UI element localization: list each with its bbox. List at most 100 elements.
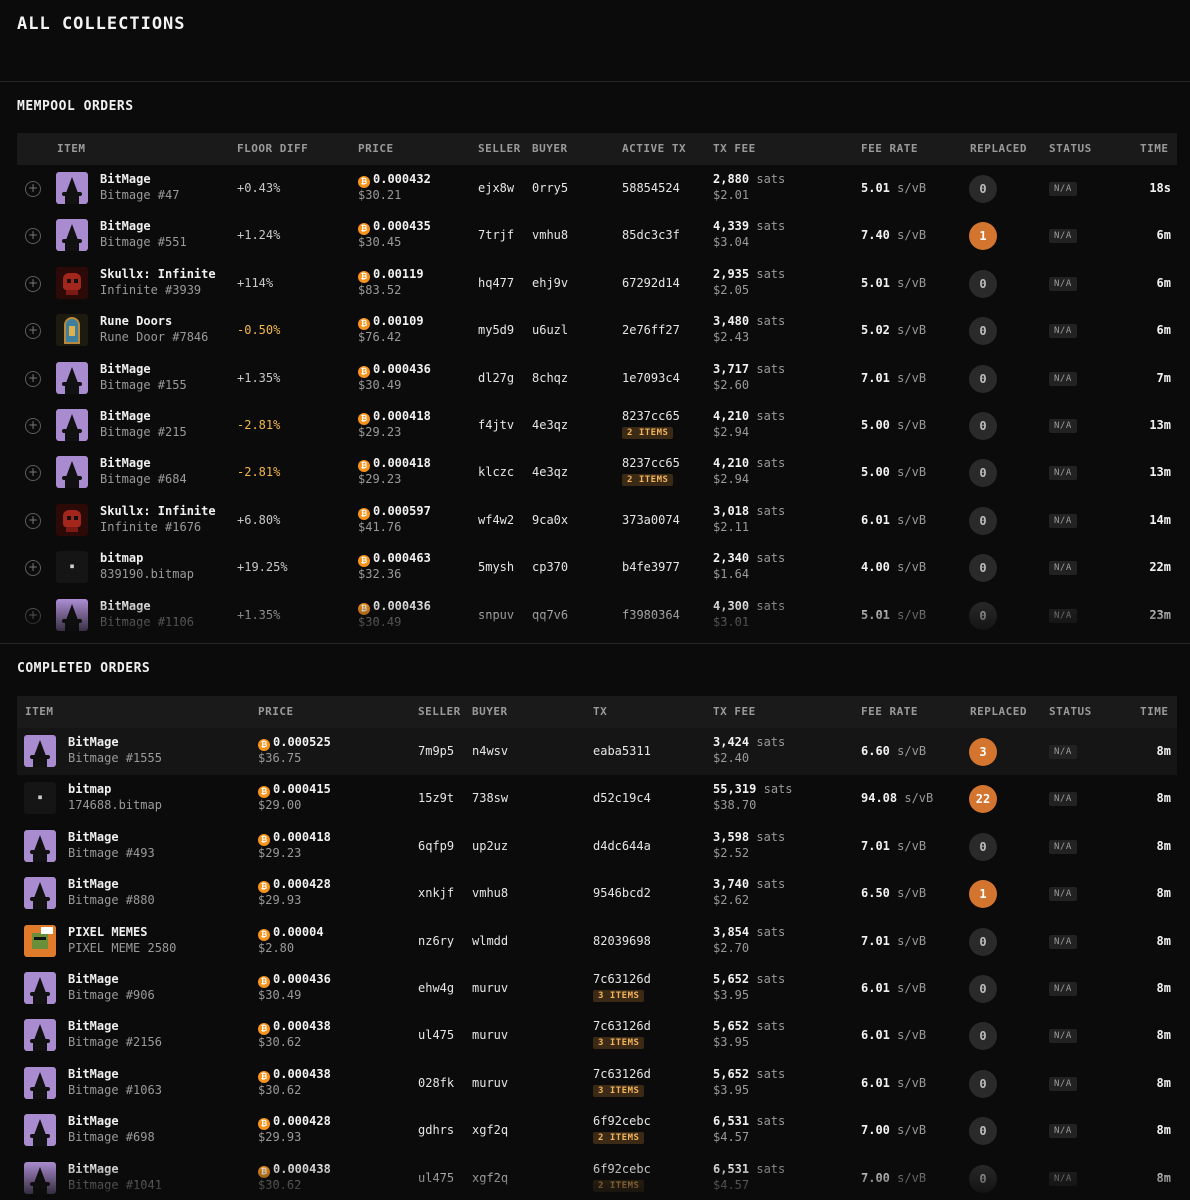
buyer[interactable]: cp370 xyxy=(532,560,568,574)
seller[interactable]: ul475 xyxy=(418,1028,454,1042)
seller[interactable]: ejx8w xyxy=(478,181,514,195)
tx-id[interactable]: 8237cc65 xyxy=(622,409,680,423)
item-name[interactable]: BitMage xyxy=(100,599,151,613)
item-name[interactable]: Skullx: Infinite xyxy=(100,504,216,518)
order-row[interactable]: BitMage Bitmage #2156 ₿ 0.000438 $30.62 ul475… xyxy=(17,1012,1177,1059)
tx-id[interactable]: d4dc644a xyxy=(593,839,651,853)
plus-circle-icon[interactable]: + xyxy=(25,323,41,340)
order-row[interactable]: + Skullx: Infinite Infinite #3939 +114% ₿ 0.0… xyxy=(17,260,1177,307)
col-price[interactable]: PRICE xyxy=(258,705,294,718)
order-row[interactable]: PIXEL MEMES PIXEL MEME 2580 ₿ 0.00004 $2.80 n… xyxy=(17,918,1177,965)
order-row[interactable]: + Skullx: Infinite Infinite #1676 +6.80% ₿ 0.… xyxy=(17,497,1177,544)
buyer[interactable]: wlmdd xyxy=(472,934,508,948)
order-row[interactable]: + ■ bitmap 839190.bitmap +19.25% ₿ 0.000463 $32… xyxy=(17,544,1177,591)
item-name[interactable]: BitMage xyxy=(100,362,151,376)
tx-id[interactable]: 373a0074 xyxy=(622,513,680,527)
buyer[interactable]: 738sw xyxy=(472,791,508,805)
item-name[interactable]: PIXEL MEMES xyxy=(68,925,147,939)
seller[interactable]: my5d9 xyxy=(478,323,514,337)
tx-id[interactable]: f3980364 xyxy=(622,608,680,622)
seller[interactable]: 15z9t xyxy=(418,791,454,805)
buyer[interactable]: 4e3qz xyxy=(532,418,568,432)
item-name[interactable]: Skullx: Infinite xyxy=(100,267,216,281)
tx-id[interactable]: 7c63126d xyxy=(593,1019,651,1033)
tx-id[interactable]: 82039698 xyxy=(593,934,651,948)
col-replaced[interactable]: REPLACED xyxy=(970,705,1027,718)
buyer[interactable]: muruv xyxy=(472,1076,508,1090)
order-row[interactable]: BitMage Bitmage #880 ₿ 0.000428 $29.93 xnkjf v… xyxy=(17,870,1177,917)
tx-id[interactable]: 8237cc65 xyxy=(622,456,680,470)
seller[interactable]: 7trjf xyxy=(478,228,514,242)
tx-id[interactable]: 67292d14 xyxy=(622,276,680,290)
col-buyer[interactable]: BUYER xyxy=(472,705,508,718)
seller[interactable]: 6qfp9 xyxy=(418,839,454,853)
order-row[interactable]: BitMage Bitmage #1063 ₿ 0.000438 $30.62 028fk… xyxy=(17,1060,1177,1107)
tx-id[interactable]: 2e76ff27 xyxy=(622,323,680,337)
order-row[interactable]: + BitMage Bitmage #684 -2.81% ₿ 0.000418 $29.2… xyxy=(17,449,1177,496)
plus-circle-icon[interactable]: + xyxy=(25,417,41,434)
plus-circle-icon[interactable]: + xyxy=(25,275,41,292)
order-row[interactable]: BitMage Bitmage #906 ₿ 0.000436 $30.49 ehw4g m… xyxy=(17,965,1177,1012)
col-time[interactable]: TIME xyxy=(1140,705,1169,718)
seller[interactable]: gdhrs xyxy=(418,1123,454,1137)
seller[interactable]: 7m9p5 xyxy=(418,744,454,758)
col-status[interactable]: STATUS xyxy=(1049,705,1092,718)
buyer[interactable]: muruv xyxy=(472,1028,508,1042)
item-name[interactable]: Rune Doors xyxy=(100,314,172,328)
tx-id[interactable]: 58854524 xyxy=(622,181,680,195)
col-replaced[interactable]: REPLACED xyxy=(970,142,1027,155)
col-tx[interactable]: TX xyxy=(593,705,607,718)
plus-circle-icon[interactable]: + xyxy=(25,512,41,529)
buyer[interactable]: 8chqz xyxy=(532,371,568,385)
buyer[interactable]: muruv xyxy=(472,981,508,995)
order-row[interactable]: + BitMage Bitmage #155 +1.35% ₿ 0.000436 $30.4… xyxy=(17,355,1177,402)
order-row[interactable]: BitMage Bitmage #1555 ₿ 0.000525 $36.75 7m9p5… xyxy=(17,728,1177,776)
tx-id[interactable]: b4fe3977 xyxy=(622,560,680,574)
order-row[interactable]: BitMage Bitmage #493 ₿ 0.000418 $29.23 6qfp9 u… xyxy=(17,823,1177,870)
buyer[interactable]: 4e3qz xyxy=(532,465,568,479)
tx-id[interactable]: 6f92cebc xyxy=(593,1114,651,1128)
seller[interactable]: f4jtv xyxy=(478,418,514,432)
order-row[interactable]: BitMage Bitmage #698 ₿ 0.000428 $29.93 gdhrs x… xyxy=(17,1107,1177,1154)
item-name[interactable]: BitMage xyxy=(68,1114,119,1128)
tx-id[interactable]: 7c63126d xyxy=(593,972,651,986)
col-seller[interactable]: SELLER xyxy=(418,705,461,718)
tx-id[interactable]: eaba5311 xyxy=(593,744,651,758)
plus-circle-icon[interactable]: + xyxy=(25,370,41,387)
item-name[interactable]: BitMage xyxy=(68,1067,119,1081)
buyer[interactable]: up2uz xyxy=(472,839,508,853)
order-row[interactable]: BitMage Bitmage #1041 ₿ 0.000438 $30.62 ul475… xyxy=(17,1155,1177,1200)
seller[interactable]: ehw4g xyxy=(418,981,454,995)
col-active-tx[interactable]: ACTIVE TX xyxy=(622,142,686,155)
col-tx-fee[interactable]: TX FEE xyxy=(713,705,756,718)
col-tx-fee[interactable]: TX FEE xyxy=(713,142,756,155)
item-name[interactable]: BitMage xyxy=(68,830,119,844)
item-name[interactable]: BitMage xyxy=(100,219,151,233)
tx-id[interactable]: 85dc3c3f xyxy=(622,228,680,242)
plus-circle-icon[interactable]: + xyxy=(25,560,41,577)
tx-id[interactable]: d52c19c4 xyxy=(593,791,651,805)
buyer[interactable]: 9ca0x xyxy=(532,513,568,527)
col-buyer[interactable]: BUYER xyxy=(532,142,568,155)
item-name[interactable]: BitMage xyxy=(100,172,151,186)
buyer[interactable]: vmhu8 xyxy=(532,228,568,242)
item-name[interactable]: BitMage xyxy=(68,877,119,891)
order-row[interactable]: ■ bitmap 174688.bitmap ₿ 0.000415 $29.00 15z9t… xyxy=(17,775,1177,822)
order-row[interactable]: + Rune Doors Rune Door #7846 -0.50% ₿ 0.00109… xyxy=(17,307,1177,354)
buyer[interactable]: xgf2q xyxy=(472,1171,508,1185)
seller[interactable]: 5mysh xyxy=(478,560,514,574)
seller[interactable]: dl27g xyxy=(478,371,514,385)
order-row[interactable]: + BitMage Bitmage #47 +0.43% ₿ 0.000432 $30.21… xyxy=(17,165,1177,212)
col-item[interactable]: ITEM xyxy=(25,705,54,718)
item-name[interactable]: BitMage xyxy=(68,1019,119,1033)
seller[interactable]: nz6ry xyxy=(418,934,454,948)
seller[interactable]: snpuv xyxy=(478,608,514,622)
plus-circle-icon[interactable]: + xyxy=(25,465,41,482)
col-fee-rate[interactable]: FEE RATE xyxy=(861,142,918,155)
col-seller[interactable]: SELLER xyxy=(478,142,521,155)
seller[interactable]: ul475 xyxy=(418,1171,454,1185)
item-name[interactable]: BitMage xyxy=(68,735,119,749)
buyer[interactable]: 0rry5 xyxy=(532,181,568,195)
buyer[interactable]: qq7v6 xyxy=(532,608,568,622)
col-item[interactable]: ITEM xyxy=(57,142,86,155)
